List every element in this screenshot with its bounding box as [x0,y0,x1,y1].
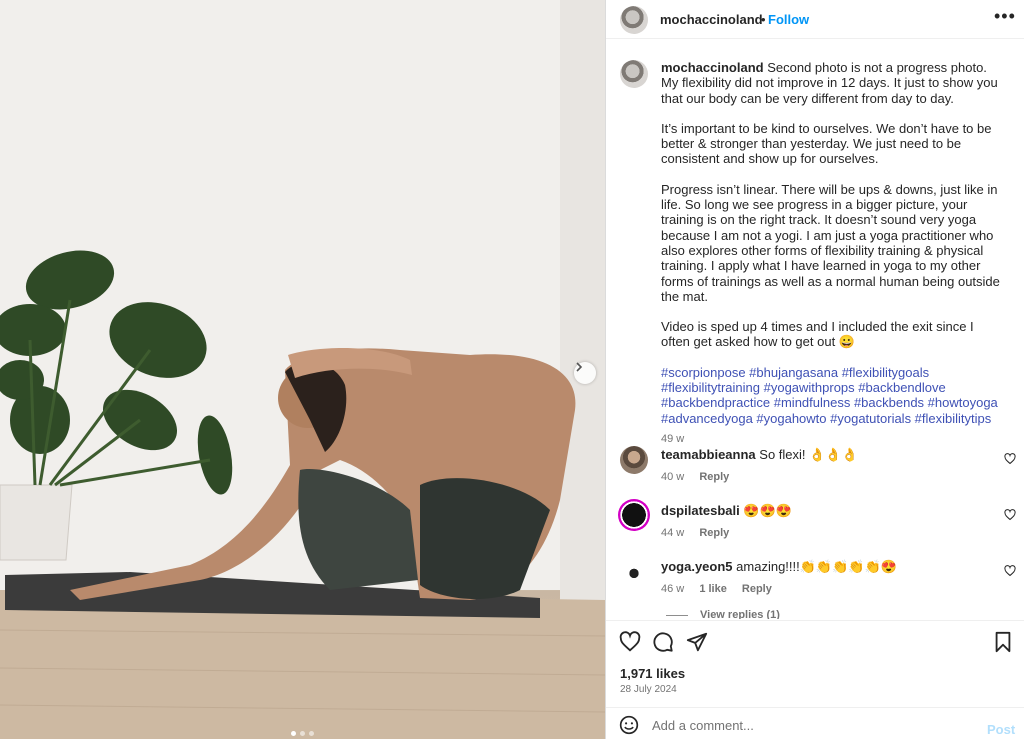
post-photo [0,0,605,739]
comment-text: 😍😍😍 [743,503,792,518]
avatar[interactable] [620,6,648,34]
carousel-dot [291,731,296,736]
comment-timestamp: 44 w [661,527,685,539]
post-actions: 1,971 likes 28 July 2024 [606,620,1024,706]
comment-text: So flexi! 👌👌👌 [759,447,858,462]
share-send-icon[interactable] [686,631,708,653]
caption-timestamp: 49 w [661,432,685,445]
chevron-right-icon [576,362,583,372]
reply-button[interactable]: Reply [742,583,772,595]
view-replies-link[interactable]: View replies (1) [666,609,780,619]
author-username[interactable]: mochaccinoland [660,12,763,27]
reply-button[interactable]: Reply [699,527,729,539]
add-comment-bar: Post [606,707,1024,739]
comment-input[interactable] [652,718,972,733]
post-caption: mochaccinoland Second photo is not a pro… [661,60,1006,447]
comment-username[interactable]: teamabbieanna [661,447,756,462]
follow-button[interactable]: Follow [768,12,809,27]
comment-username[interactable]: yoga.yeon5 [661,559,733,574]
like-comment-heart-icon[interactable] [1004,509,1016,521]
post-details-panel: mochaccinoland • Follow ••• mochaccinola… [605,0,1024,739]
save-bookmark-icon[interactable] [993,631,1013,653]
carousel-dot [309,731,314,736]
comment-item: yoga.yeon5 amazing!!!!👏👏👏👏👏😍 46 w 1 like… [661,559,991,595]
carousel-dot [300,731,305,736]
comment-username[interactable]: dspilatesbali [661,503,740,518]
comment-like-count[interactable]: 1 like [699,583,727,595]
like-count[interactable]: 1,971 likes [620,666,685,681]
post-media[interactable] [0,0,605,739]
comment-item: teamabbieanna So flexi! 👌👌👌 40 w Reply [661,447,991,483]
comments-section[interactable]: mochaccinoland Second photo is not a pro… [606,40,1024,619]
more-options-icon[interactable]: ••• [994,6,1016,27]
replies-line-divider [666,614,688,616]
caption-text-4: Video is sped up 4 times and I included … [661,319,974,350]
caption-text-3: Progress isn’t linear. There will be ups… [661,181,1000,304]
post-comment-button[interactable]: Post [987,722,1015,737]
caption-username[interactable]: mochaccinoland [661,60,764,75]
view-replies-label: View replies (1) [700,609,780,619]
caption-hashtags[interactable]: #scorpionpose #bhujangasana #flexibility… [661,365,1006,426]
comment-item: dspilatesbali 😍😍😍 44 w Reply [661,503,991,539]
post-header: mochaccinoland • Follow ••• [606,0,1024,39]
caption-avatar[interactable] [620,60,648,88]
comment-timestamp: 46 w [661,583,685,595]
commenter-avatar[interactable] [618,499,650,531]
commenter-avatar[interactable] [620,558,648,586]
comment-text: amazing!!!!👏👏👏👏👏😍 [736,559,897,574]
comment-timestamp: 40 w [661,471,685,483]
carousel-indicator [291,731,314,736]
like-heart-icon[interactable] [619,631,641,653]
emoji-picker-icon[interactable] [619,715,639,735]
commenter-avatar[interactable] [620,446,648,474]
separator-dot: • [761,12,766,27]
next-slide-button[interactable] [574,362,596,384]
reply-button[interactable]: Reply [699,471,729,483]
comment-bubble-icon[interactable] [652,631,674,653]
post-date: 28 July 2024 [620,684,677,695]
like-comment-heart-icon[interactable] [1004,453,1016,465]
like-comment-heart-icon[interactable] [1004,565,1016,577]
caption-text-2: It’s important to be kind to ourselves. … [661,120,992,167]
